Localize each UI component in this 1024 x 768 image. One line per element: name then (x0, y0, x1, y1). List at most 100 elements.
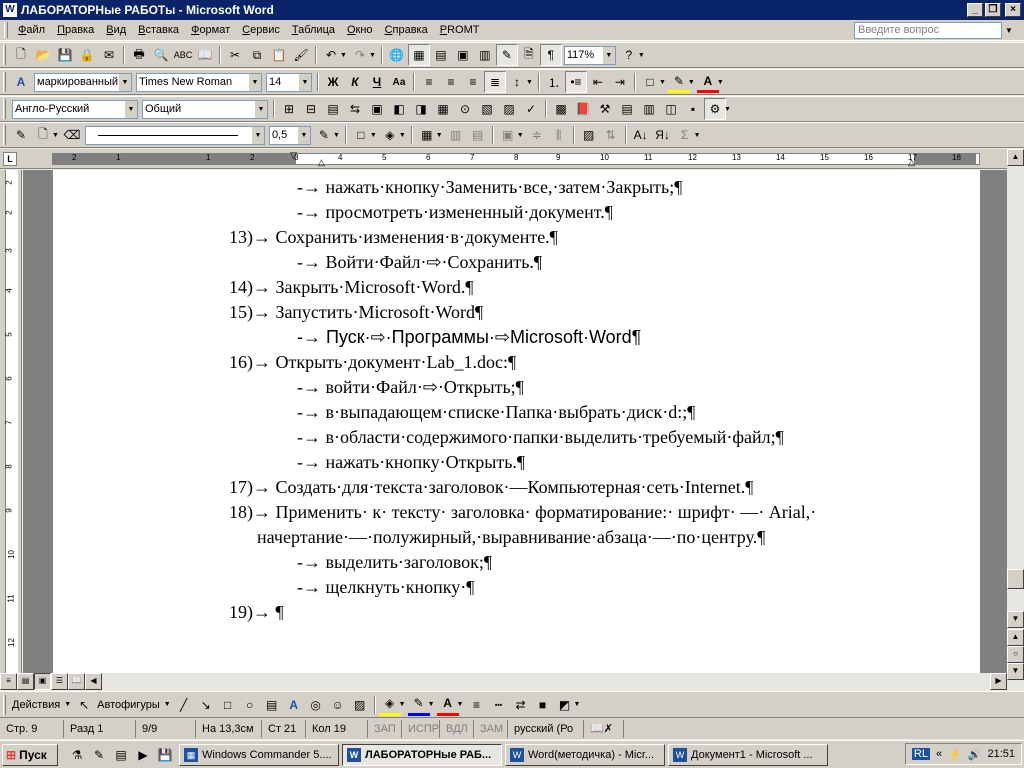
print-layout-icon[interactable]: ▣ (34, 673, 51, 690)
restore-button[interactable]: ❐ (985, 3, 1001, 17)
tables-borders-icon[interactable]: ▦ (407, 44, 430, 66)
highlight-icon[interactable]: ✎ (667, 71, 690, 93)
close-button[interactable]: × (1005, 3, 1021, 17)
line-color-icon[interactable]: ✎ (407, 694, 430, 716)
dash-style-icon[interactable]: ┅ (487, 694, 509, 716)
style-dropdown-icon[interactable]: ▼ (118, 73, 131, 91)
status-trk[interactable]: ИСПР (402, 719, 440, 738)
doc-line[interactable]: 17)→ Создать·для·текста·заголовок·—Компь… (229, 477, 753, 498)
shading-color-icon[interactable]: ◈ (379, 124, 401, 146)
promt-tool-19-icon[interactable]: ▪ (682, 98, 704, 120)
menu-promt[interactable]: PROMT (434, 24, 486, 36)
document-map-icon[interactable]: 🗎 (518, 44, 540, 66)
arrow-style-icon[interactable]: ⇄ (509, 694, 531, 716)
tab-selector-icon[interactable]: L (3, 152, 17, 166)
decrease-indent-icon[interactable]: ⇤ (587, 71, 609, 93)
toolbar-grip[interactable] (3, 694, 6, 715)
redo-icon[interactable]: ↷ (349, 44, 371, 66)
bullets-icon[interactable]: •≡ (564, 71, 587, 93)
menu-tools[interactable]: Сервис (236, 24, 286, 36)
quicklaunch-doc-icon[interactable]: ▤ (110, 744, 132, 766)
subject-dropdown-icon[interactable]: ▼ (254, 100, 267, 118)
doc-line[interactable]: 19)→ ¶ (229, 602, 284, 623)
diagram-icon[interactable]: ◎ (305, 694, 327, 716)
font-color-icon[interactable]: A (696, 71, 719, 93)
doc-line[interactable]: 15)→ Запустить·Microsoft·Word¶ (229, 302, 483, 323)
horizontal-ruler[interactable]: L 2 1 1 2 3 4 5 6 7 8 9 10 11 12 13 14 1… (0, 149, 1024, 169)
menu-insert[interactable]: Вставка (132, 24, 185, 36)
merge-cells-icon[interactable]: ▥ (445, 124, 467, 146)
next-page-icon[interactable]: ▼ (1007, 663, 1024, 680)
numbering-icon[interactable]: ⒈ (543, 71, 565, 93)
toolbar-grip[interactable] (3, 45, 6, 65)
menu-help[interactable]: Справка (379, 24, 434, 36)
menu-edit[interactable]: Правка (51, 24, 100, 36)
table-autoformat-icon[interactable]: ▨ (578, 124, 600, 146)
task-windows-commander[interactable]: ▦ Windows Commander 5.... (179, 743, 339, 766)
eraser-icon[interactable]: ⌫ (61, 124, 83, 146)
drawing-icon[interactable]: ✎ (495, 44, 518, 66)
split-cells-icon[interactable]: ▤ (467, 124, 489, 146)
vertical-scrollbar[interactable]: ▲ ▼ ▲ ○ ▼ (1007, 149, 1024, 690)
show-hide-icon[interactable]: ¶ (539, 44, 562, 66)
prev-page-icon[interactable]: ▲ (1007, 629, 1024, 646)
pen-icon[interactable]: ✎ (10, 124, 32, 146)
draw-font-color-icon[interactable]: A (436, 694, 459, 716)
promt-tool-7-icon[interactable]: ◨ (410, 98, 432, 120)
tray-expand-icon[interactable]: « (936, 748, 942, 760)
align-right-icon[interactable]: ≡ (462, 71, 484, 93)
change-case-icon[interactable]: Аа (388, 71, 410, 93)
tray-app-icon[interactable]: ⚡ (948, 748, 962, 761)
line-weight-combo[interactable]: 0,5 ▼ (268, 125, 311, 145)
normal-view-icon[interactable]: ≡ (0, 673, 17, 690)
minimize-button[interactable]: _ (967, 3, 983, 17)
arrow-icon[interactable]: ↘ (195, 694, 217, 716)
scroll-up-icon[interactable]: ▲ (1007, 149, 1024, 166)
doc-line[interactable]: -→ выделить·заголовок;¶ (297, 552, 492, 573)
promt-tool-10-icon[interactable]: ▧ (476, 98, 498, 120)
line-icon[interactable]: ╱ (173, 694, 195, 716)
document-page[interactable]: -→ нажать·кнопку·Заменить·все,·затем·Зак… (53, 170, 980, 673)
picture-icon[interactable]: ▨ (349, 694, 371, 716)
print-preview-icon[interactable]: 🔍 (150, 44, 172, 66)
translate-selection-icon[interactable]: ⇆ (344, 98, 366, 120)
web-view-icon[interactable]: ▤ (17, 673, 34, 690)
clock[interactable]: 21:51 (987, 748, 1015, 760)
ask-question-input[interactable]: Введите вопрос (854, 22, 1002, 39)
format-painter-icon[interactable]: 🖌 (290, 44, 312, 66)
promt-tool-17-icon[interactable]: ▥ (638, 98, 660, 120)
promt-tool-6-icon[interactable]: ◧ (388, 98, 410, 120)
menu-grip[interactable] (4, 22, 8, 38)
toolbar-grip[interactable] (3, 99, 6, 119)
dictionary-book-icon[interactable]: 📕 (572, 98, 594, 120)
font-size-combo[interactable]: 14 ▼ (266, 72, 312, 92)
fill-color-icon[interactable]: ◈ (378, 694, 401, 716)
line-spacing-icon[interactable]: ↕ (506, 71, 528, 93)
toolbar-grip[interactable] (3, 125, 6, 145)
align-left-icon[interactable]: ≡ (418, 71, 440, 93)
bold-icon[interactable]: Ж (322, 71, 344, 93)
line-weight-dropdown-icon[interactable]: ▼ (296, 126, 310, 144)
outside-border-icon[interactable]: □ (350, 124, 372, 146)
doc-line[interactable]: -→ нажать·кнопку·Заменить·все,·затем·Зак… (297, 177, 682, 198)
research-icon[interactable]: 📖 (194, 44, 216, 66)
scroll-thumb[interactable] (1007, 569, 1024, 589)
promt-tool-11-icon[interactable]: ▨ (498, 98, 520, 120)
volume-icon[interactable]: 🔊 (968, 748, 982, 761)
task-document1[interactable]: W Документ1 - Microsoft ... (668, 743, 828, 766)
wordart-icon[interactable]: A (283, 694, 305, 716)
style-combo[interactable]: маркированный ▼ (34, 72, 132, 92)
open-icon[interactable]: 📂 (32, 44, 54, 66)
doc-line[interactable]: -→ Войти·Файл·⇨·Сохранить.¶ (297, 252, 542, 273)
promt-tool-5-icon[interactable]: ▣ (366, 98, 388, 120)
language-indicator[interactable]: RL (911, 748, 930, 760)
menu-window[interactable]: Окно (341, 24, 379, 36)
task-lab-works[interactable]: W ЛАБОРАТОРНые РАБ... (342, 743, 502, 766)
left-indent-marker[interactable]: △ (318, 157, 325, 168)
insert-table-icon[interactable]: ▤ (430, 44, 452, 66)
styles-pane-icon[interactable]: A (10, 71, 32, 93)
help-icon[interactable]: ? (618, 44, 640, 66)
paste-icon[interactable]: 📋 (268, 44, 290, 66)
status-rec[interactable]: ЗАП (368, 719, 402, 738)
doc-line[interactable]: -→ войти·Файл·⇨·Открыть;¶ (297, 377, 524, 398)
